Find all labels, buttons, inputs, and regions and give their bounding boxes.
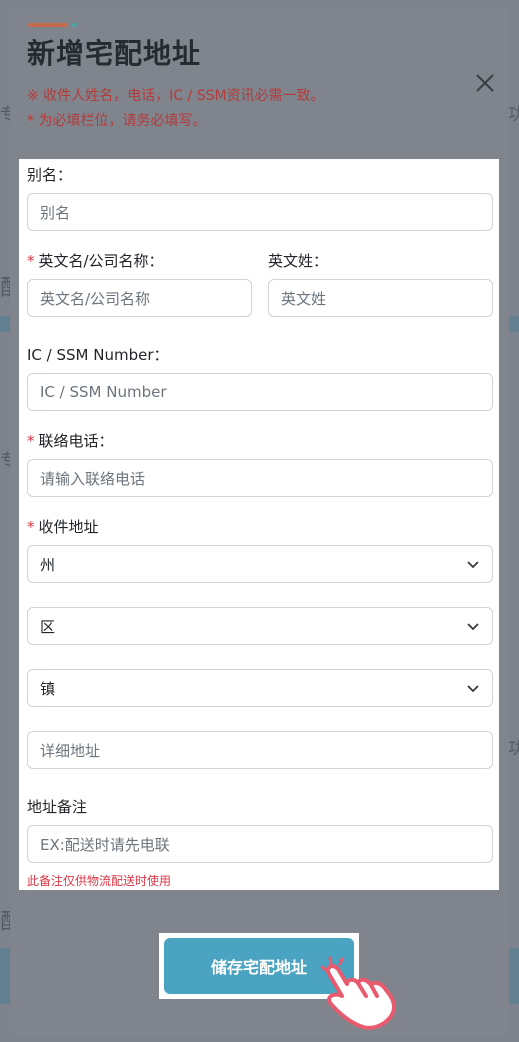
last-name-input[interactable]: 英文姓	[268, 279, 493, 317]
first-name-label: * 英文名/公司名称：	[27, 252, 164, 270]
town-select[interactable]: 镇	[27, 669, 493, 707]
state-select[interactable]: 州	[27, 545, 493, 583]
address-form: 别名： 别名 * 英文名/公司名称： 英文名/公司名称 英文姓： 英文姓 IC /…	[19, 159, 499, 890]
district-select-value: 区	[40, 617, 56, 636]
last-name-placeholder: 英文姓	[281, 289, 327, 308]
modal-title: 新增宅配地址	[27, 37, 202, 70]
close-icon[interactable]	[472, 72, 498, 98]
close-icon-glyph	[476, 74, 494, 92]
address-label: * 收件地址	[27, 518, 99, 536]
remark-placeholder: EX:配送时请先电联	[40, 835, 170, 854]
required-mark: *	[27, 432, 35, 450]
alias-input[interactable]: 别名	[27, 193, 493, 231]
alias-placeholder: 别名	[40, 203, 71, 222]
ic-input[interactable]: IC / SSM Number	[27, 373, 493, 411]
title-accent-dot	[72, 23, 77, 27]
alias-label: 别名：	[27, 166, 73, 184]
state-select-value: 州	[40, 555, 56, 574]
background-text: 功	[508, 739, 519, 759]
required-mark: *	[27, 518, 35, 536]
address-detail-input[interactable]: 详细地址	[27, 731, 493, 769]
chevron-down-icon	[467, 685, 479, 693]
background-text: 功	[508, 105, 519, 125]
title-accent-bar	[28, 23, 68, 27]
phone-label: * 联络电话：	[27, 432, 114, 450]
town-select-value: 镇	[40, 679, 56, 698]
district-select[interactable]: 区	[27, 607, 493, 645]
consistency-note: ※ 收件人姓名，电话，IC / SSM资讯必需一致。	[27, 88, 325, 104]
remark-label: 地址备注	[27, 798, 88, 816]
chevron-down-icon	[467, 623, 479, 631]
first-name-input[interactable]: 英文名/公司名称	[27, 279, 252, 317]
phone-placeholder: 请输入联络电话	[40, 469, 146, 488]
remark-hint: 此备注仅供物流配送时使用	[27, 874, 172, 888]
required-mark: *	[27, 252, 35, 270]
last-name-label: 英文姓：	[268, 252, 329, 270]
ic-placeholder: IC / SSM Number	[40, 383, 167, 401]
ic-label: IC / SSM Number：	[27, 346, 169, 364]
address-detail-placeholder: 详细地址	[40, 741, 101, 760]
pointing-hand-icon	[320, 956, 396, 1030]
chevron-down-icon	[467, 561, 479, 569]
phone-input[interactable]: 请输入联络电话	[27, 459, 493, 497]
remark-input[interactable]: EX:配送时请先电联	[27, 825, 493, 863]
required-note: * 为必填栏位，请务必填写。	[27, 113, 207, 129]
first-name-placeholder: 英文名/公司名称	[40, 289, 151, 308]
